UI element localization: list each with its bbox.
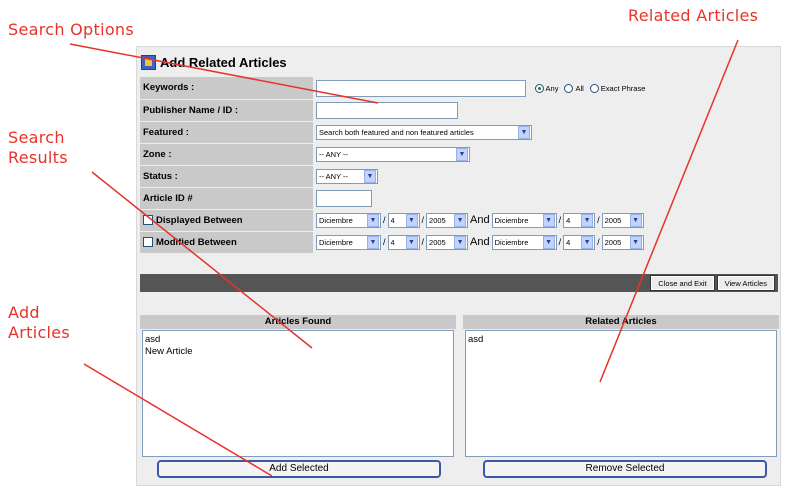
close-and-exit-button[interactable]: Close and Exit: [650, 275, 715, 291]
featured-select[interactable]: Search both featured and non featured ar…: [316, 124, 532, 140]
articles-found-panel: Articles Found asd New Article: [140, 315, 456, 457]
zone-value: -- ANY --: [319, 149, 349, 159]
keywords-label: Keywords :: [140, 77, 313, 100]
status-value: -- ANY --: [319, 171, 349, 181]
modified-to-year-select[interactable]: 2005 ▼: [601, 234, 644, 250]
callout-add-articles: Add Articles: [8, 303, 71, 342]
modified-to-day-select[interactable]: 4 ▼: [563, 234, 596, 250]
match-options: Any All Exact Phrase: [534, 84, 646, 94]
match-all-radio[interactable]: All: [564, 84, 584, 94]
displayed-to-month-select[interactable]: Diciembre ▼: [491, 212, 557, 228]
displayed-between-label: Displayed Between: [156, 214, 243, 226]
featured-value: Search both featured and non featured ar…: [319, 127, 474, 137]
list-item[interactable]: asd: [145, 334, 451, 346]
displayed-from-month-select[interactable]: Diciembre ▼: [316, 212, 381, 228]
article-id-row: Article ID #: [140, 187, 778, 210]
modified-from-year-select[interactable]: 2005 ▼: [426, 234, 469, 250]
displayed-to-year-select[interactable]: 2005 ▼: [601, 212, 644, 228]
match-any-label: Any: [545, 84, 559, 94]
radio-icon: [589, 84, 599, 94]
and-label: And: [470, 236, 490, 248]
publisher-row: Publisher Name / ID :: [140, 99, 778, 122]
add-related-articles-panel: Add Related Articles Keywords : Any All …: [136, 46, 781, 486]
list-item[interactable]: New Article: [145, 346, 451, 358]
featured-row: Featured : Search both featured and non …: [140, 121, 778, 144]
match-any-radio[interactable]: Any: [534, 84, 559, 94]
zone-select[interactable]: -- ANY -- ▼: [316, 146, 470, 162]
callout-related-articles: Related Articles: [628, 6, 759, 25]
and-label: And: [470, 214, 490, 226]
related-articles-header: Related Articles: [463, 315, 779, 329]
keywords-row: Keywords : Any All Exact Phrase: [140, 77, 778, 100]
displayed-between-checkbox[interactable]: [143, 214, 153, 225]
related-articles-panel: Related Articles asd: [463, 315, 779, 457]
articles-found-header: Articles Found: [140, 315, 456, 329]
view-articles-button[interactable]: View Articles: [716, 275, 776, 291]
article-id-input[interactable]: [316, 189, 372, 207]
modified-between-label: Modified Between: [156, 236, 237, 248]
panel-title-bar: Add Related Articles: [141, 51, 287, 73]
callout-search-results: Search Results: [8, 128, 68, 167]
chevron-down-icon: ▼: [454, 235, 467, 249]
search-options-form: Keywords : Any All Exact Phrase Publishe…: [140, 77, 778, 254]
chevron-down-icon: ▼: [456, 147, 468, 161]
match-exact-label: Exact Phrase: [600, 84, 646, 94]
remove-selected-button[interactable]: Remove Selected: [483, 460, 767, 478]
modified-between-checkbox[interactable]: [143, 236, 153, 247]
zone-label: Zone :: [140, 143, 313, 166]
featured-label: Featured :: [140, 121, 313, 144]
publisher-label: Publisher Name / ID :: [140, 99, 313, 122]
chevron-down-icon: ▼: [405, 235, 418, 249]
chevron-down-icon: ▼: [581, 213, 594, 227]
articles-icon: [141, 54, 156, 70]
displayed-to-day-select[interactable]: 4 ▼: [563, 212, 596, 228]
status-select[interactable]: -- ANY -- ▼: [316, 168, 378, 184]
chevron-down-icon: ▼: [542, 213, 555, 227]
chevron-down-icon: ▼: [629, 213, 642, 227]
panel-title: Add Related Articles: [160, 54, 287, 70]
chevron-down-icon: ▼: [629, 235, 642, 249]
publisher-input[interactable]: [316, 101, 458, 119]
displayed-from-year-select[interactable]: 2005 ▼: [426, 212, 469, 228]
match-exact-radio[interactable]: Exact Phrase: [589, 84, 646, 94]
status-row: Status : -- ANY -- ▼: [140, 165, 778, 188]
chevron-down-icon: ▼: [405, 213, 418, 227]
chevron-down-icon: ▼: [367, 213, 379, 227]
callout-search-options: Search Options: [8, 20, 134, 39]
add-selected-button[interactable]: Add Selected: [157, 460, 441, 478]
articles-found-list[interactable]: asd New Article: [142, 330, 454, 457]
list-item[interactable]: asd: [468, 334, 774, 346]
zone-row: Zone : -- ANY -- ▼: [140, 143, 778, 166]
radio-selected-icon: [534, 84, 544, 94]
modified-to-month-select[interactable]: Diciembre ▼: [491, 234, 557, 250]
article-id-label: Article ID #: [140, 187, 313, 210]
keywords-input[interactable]: [316, 79, 526, 97]
chevron-down-icon: ▼: [581, 235, 594, 249]
chevron-down-icon: ▼: [518, 125, 530, 139]
displayed-from-day-select[interactable]: 4 ▼: [387, 212, 420, 228]
chevron-down-icon: ▼: [364, 169, 376, 183]
chevron-down-icon: ▼: [367, 235, 379, 249]
status-label: Status :: [140, 165, 313, 188]
chevron-down-icon: ▼: [542, 235, 555, 249]
displayed-between-row: Displayed Between Diciembre ▼/4 ▼/2005 ▼ And…: [140, 209, 778, 232]
radio-icon: [564, 84, 574, 94]
chevron-down-icon: ▼: [454, 213, 467, 227]
related-articles-list[interactable]: asd: [465, 330, 777, 457]
modified-from-month-select[interactable]: Diciembre ▼: [316, 234, 381, 250]
action-bar: Close and Exit View Articles: [140, 274, 778, 292]
modified-between-row: Modified Between Diciembre ▼/4 ▼/2005 ▼ And D…: [140, 231, 778, 254]
modified-from-day-select[interactable]: 4 ▼: [387, 234, 420, 250]
match-all-label: All: [575, 84, 584, 94]
